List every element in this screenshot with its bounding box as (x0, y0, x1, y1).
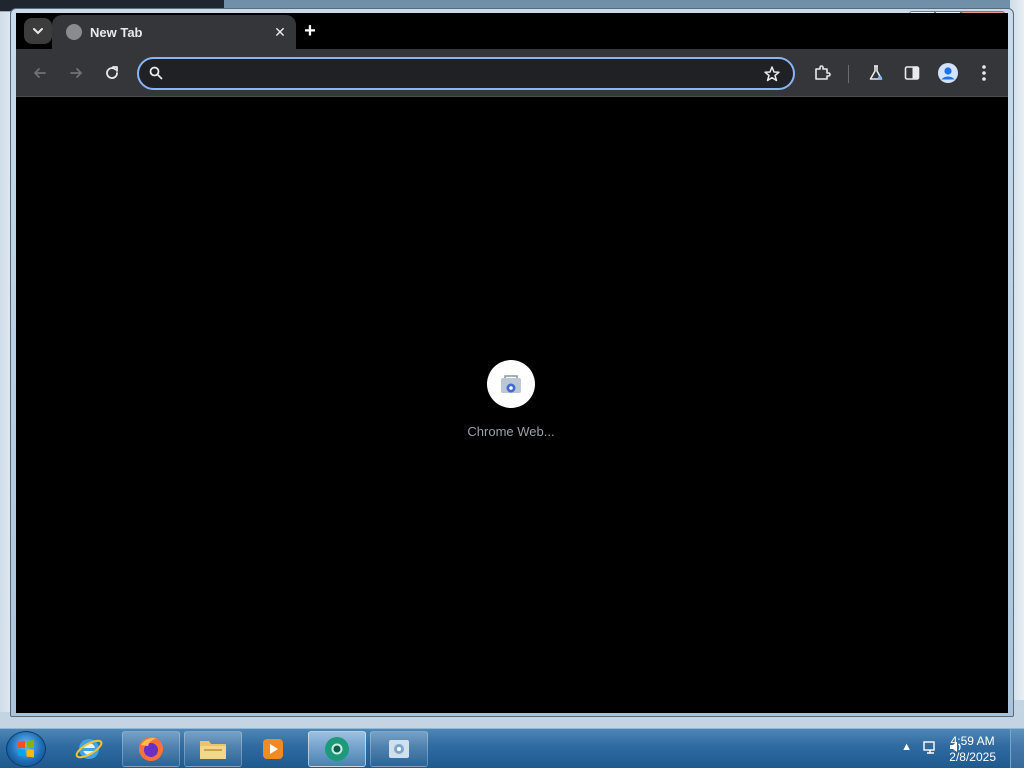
chevron-down-icon (33, 28, 43, 35)
globe-icon (66, 24, 82, 40)
close-tab-icon[interactable]: ✕ (270, 22, 290, 42)
flask-icon (869, 65, 883, 80)
firefox-icon (139, 737, 163, 761)
settings-app-icon (389, 740, 409, 758)
kebab-menu-icon (982, 65, 986, 81)
labs-button[interactable] (864, 61, 888, 85)
toolbar-divider (848, 65, 849, 83)
back-button[interactable] (28, 61, 52, 85)
reload-button[interactable] (100, 61, 124, 85)
profile-button[interactable] (936, 61, 960, 85)
side-panel-button[interactable] (900, 61, 924, 85)
address-bar[interactable] (137, 57, 795, 90)
puzzle-piece-icon (815, 65, 831, 80)
taskbar-file-explorer[interactable] (184, 731, 242, 767)
folder-icon (200, 741, 226, 759)
forward-button[interactable] (64, 61, 88, 85)
taskbar-firefox[interactable] (122, 731, 180, 767)
arrow-right-icon (70, 68, 82, 78)
taskbar-settings[interactable] (370, 731, 428, 767)
clock-time: 4:59 AM (950, 734, 995, 748)
menu-button[interactable] (972, 61, 996, 85)
tab-new-tab[interactable]: New Tab ✕ (52, 15, 296, 49)
bookmark-star-icon[interactable] (763, 65, 781, 88)
chrome-browser: New Tab ✕ + Chrome Web... (16, 13, 1008, 713)
address-input[interactable] (171, 63, 751, 85)
network-icon[interactable] (922, 739, 938, 755)
windows-logo-icon (18, 740, 34, 758)
chrome-web-store-icon (501, 375, 521, 393)
shortcut-label: Chrome Web... (467, 424, 555, 439)
side-panel-icon (904, 66, 920, 80)
taskbar-clock[interactable]: 4:59 AM 2/8/2025 (949, 733, 996, 765)
taskbar: ▲ 4:59 AM 2/8/2025 (0, 728, 1024, 768)
extensions-button[interactable] (810, 61, 834, 85)
tab-search-button[interactable] (24, 18, 52, 44)
taskbar-media-player[interactable] (244, 731, 302, 767)
reload-icon (106, 66, 118, 79)
chrome-icon (325, 737, 349, 761)
internet-explorer-icon (75, 739, 103, 759)
arrow-left-icon (34, 68, 46, 78)
taskbar-chrome[interactable] (308, 731, 366, 767)
new-tab-page: Chrome Web... (16, 98, 1008, 713)
taskbar-internet-explorer[interactable] (60, 731, 118, 767)
start-button[interactable] (6, 731, 46, 767)
shortcut-icon-circle (487, 360, 535, 408)
tab-strip: New Tab ✕ + (16, 13, 1008, 49)
browser-toolbar (16, 49, 1008, 97)
media-player-icon (263, 739, 283, 759)
search-icon (149, 66, 163, 85)
show-hidden-icons-button[interactable]: ▲ (901, 741, 912, 753)
shortcut-tile[interactable]: Chrome Web... (467, 360, 555, 439)
show-desktop-button[interactable] (1010, 729, 1024, 768)
new-tab-button[interactable]: + (297, 18, 323, 44)
clock-date: 2/8/2025 (949, 750, 996, 764)
avatar-icon (938, 63, 958, 83)
tab-title: New Tab (90, 25, 143, 40)
